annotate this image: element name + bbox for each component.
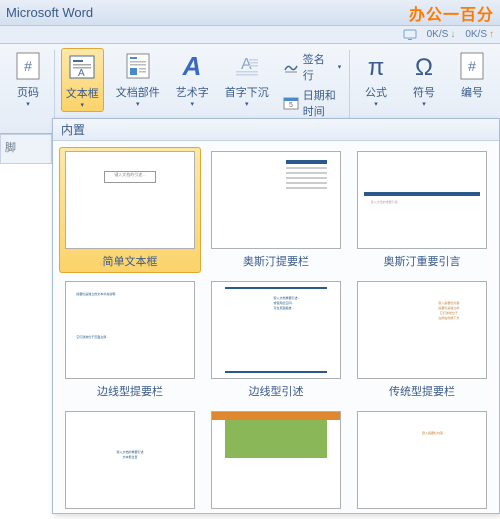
word-art-button[interactable]: A 艺术字 ▾ [172,48,213,110]
status-monitor-icon [403,29,417,41]
thumbnail [211,151,341,249]
gallery-item-austin-quote[interactable]: 键入文档的重要引述... 奥斯汀重要引言 [351,147,493,273]
symbol-icon: Ω [408,50,440,82]
equation-button[interactable]: π 公式 ▾ [356,48,396,110]
chevron-down-icon: ▾ [136,100,140,108]
svg-text:#: # [468,58,476,74]
svg-text:Ω: Ω [415,54,433,81]
arrow-down-icon: ↓ [450,29,455,40]
chevron-down-icon: ▾ [245,100,249,108]
chevron-down-icon: ▾ [374,100,378,108]
text-box-gallery: 内置 键入文档的引述... 简单文本框 奥斯汀提要栏 键入文档的重要引述... … [52,118,500,514]
gallery-item[interactable]: 键入文档的重要引述文本框位置 [59,407,201,513]
number-button[interactable]: # 编号 [452,48,492,102]
chevron-down-icon: ▾ [422,100,426,108]
gallery-item-border-sidebar[interactable]: 提要栏是独立的文本补充说明... 它们通常位于页面左侧... 边线型提要栏 [59,277,201,403]
thumbnail: 键入提要栏内容... [357,411,487,509]
drop-cap-button[interactable]: A 首字下沉 ▾ [221,48,273,110]
thumbnail: 键入提要栏内容提要栏是独立的它们通常位于左侧右侧或下方 [357,281,487,379]
gallery-header: 内置 [53,119,499,141]
svg-text:#: # [24,58,32,74]
chevron-down-icon: ▾ [26,100,30,108]
number-icon: # [456,50,488,82]
gallery-item-traditional-sidebar[interactable]: 键入提要栏内容提要栏是独立的它们通常位于左侧右侧或下方 传统型提要栏 [351,277,493,403]
chevron-down-icon: ▾ [191,100,195,108]
symbol-button[interactable]: Ω 符号 ▾ [404,48,444,110]
thumbnail: 键入文档的重要引述... [357,151,487,249]
chevron-down-icon: ▾ [338,63,342,71]
svg-text:A: A [182,51,202,81]
gallery-item-border-quote[interactable]: 键入文档重要引述...或使用此空间...可在页面拖放... 边线型引述 [205,277,347,403]
gallery-item-simple-textbox[interactable]: 键入文档的引述... 简单文本框 [59,147,201,273]
svg-text:A: A [78,68,85,79]
gallery-item-austin-sidebar[interactable]: 奥斯汀提要栏 [205,147,347,273]
page-number-button[interactable]: # 页码 ▾ [8,48,48,110]
text-box-icon: A [66,51,98,83]
gallery-item[interactable] [205,407,347,513]
svg-text:π: π [368,54,385,81]
chevron-down-icon: ▾ [81,101,85,109]
gallery-item[interactable]: 键入提要栏内容... [351,407,493,513]
date-time-icon: 5 [283,95,299,111]
signature-line-button[interactable]: 签名行 ▾ [281,50,343,84]
svg-text:5: 5 [289,102,293,109]
signature-icon [283,59,299,75]
date-time-button[interactable]: 5 日期和时间 [281,86,343,120]
thumbnail [211,411,341,509]
quick-parts-button[interactable]: 文档部件 ▾ [112,48,164,110]
quick-parts-icon [122,50,154,82]
left-panel-fragment: 脚 [0,134,52,164]
thumbnail: 提要栏是独立的文本补充说明... 它们通常位于页面左侧... [65,281,195,379]
thumbnail: 键入文档的引述... [65,151,195,249]
page-number-icon: # [12,50,44,82]
title-bar: Microsoft Word 办公一百分 [0,0,500,26]
thumbnail: 键入文档重要引述...或使用此空间...可在页面拖放... [211,281,341,379]
text-box-button[interactable]: A 文本框 ▾ [61,48,104,112]
brand-text: 办公一百分 [409,1,494,25]
drop-cap-icon: A [231,50,263,82]
arrow-up-icon: ↑ [489,29,494,40]
download-speed: 0K/S↓ [427,29,456,40]
svg-text:A: A [241,56,252,73]
status-bar: 0K/S↓ 0K/S↑ [0,26,500,44]
word-art-icon: A [176,50,208,82]
upload-speed: 0K/S↑ [465,29,494,40]
thumbnail: 键入文档的重要引述文本框位置 [65,411,195,509]
app-title: Microsoft Word [6,5,93,20]
equation-icon: π [360,50,392,82]
